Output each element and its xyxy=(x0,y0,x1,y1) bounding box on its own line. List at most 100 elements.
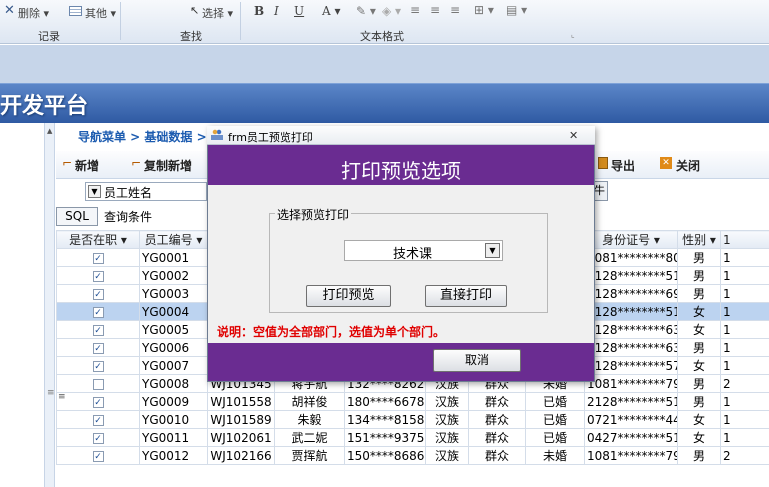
delete-button[interactable]: 删除 ▾ xyxy=(18,5,49,21)
fill-icon[interactable]: ◈ ▾ xyxy=(382,4,401,18)
cell-gender: 男 xyxy=(677,266,721,285)
active-checkbox[interactable]: ✓ xyxy=(92,342,104,354)
active-cell[interactable]: ✓ xyxy=(56,266,140,285)
cell-id: 2128********63 xyxy=(584,320,678,339)
dialog-window-title: frm员工预览打印 xyxy=(228,131,313,144)
cell-gender: 男 xyxy=(677,446,721,465)
col-header-active[interactable]: 是否在职 ▾ xyxy=(56,230,140,249)
active-cell[interactable]: ✓ xyxy=(56,320,140,339)
cell-gender: 女 xyxy=(677,410,721,429)
active-checkbox[interactable]: ✓ xyxy=(92,252,104,264)
active-cell[interactable]: ✓ xyxy=(56,410,140,429)
cell-nation: 汉族 xyxy=(425,428,469,447)
scroll-up-icon[interactable]: ▲ xyxy=(47,127,52,135)
active-checkbox[interactable]: ✓ xyxy=(92,306,104,318)
cell-nation: 汉族 xyxy=(425,446,469,465)
active-checkbox[interactable]: ✓ xyxy=(92,288,104,300)
italic-button[interactable]: I xyxy=(274,4,279,18)
active-cell[interactable]: ✓ xyxy=(56,284,140,303)
active-checkbox[interactable]: ✓ xyxy=(92,432,104,444)
field-selector-arrow[interactable]: ▼ xyxy=(88,185,101,198)
col-header-extra[interactable]: 1 xyxy=(720,230,769,249)
group-find-label: 查找 xyxy=(180,30,202,43)
cell-id: 2128********63 xyxy=(584,338,678,357)
gridlines-icon[interactable]: ⊞ ▾ xyxy=(474,3,494,17)
direct-print-button[interactable]: 直接打印 xyxy=(425,285,507,307)
dialog-close-icon[interactable]: ✕ xyxy=(569,129,578,142)
row-expand-icon[interactable]: ≡ xyxy=(58,392,66,402)
cell-tail: 1 xyxy=(720,428,769,447)
col-header-gender[interactable]: 性别 ▾ xyxy=(677,230,721,249)
cell-tail: 1 xyxy=(720,284,769,303)
cell-gender: 女 xyxy=(677,320,721,339)
active-cell[interactable]: ✓ xyxy=(56,428,140,447)
other-button[interactable]: 其他 ▾ xyxy=(85,5,116,21)
col-header-code[interactable]: 员工编号 ▾ xyxy=(139,230,208,249)
col-header-id[interactable]: 身份证号 ▾ xyxy=(584,230,678,249)
close-button[interactable]: 关闭 xyxy=(676,157,700,174)
active-cell[interactable]: ✓ xyxy=(56,446,140,465)
sql-button[interactable]: SQL xyxy=(56,207,98,226)
active-checkbox[interactable]: ✓ xyxy=(92,360,104,372)
print-preview-button[interactable]: 打印预览 xyxy=(306,285,391,307)
nav-scrollbar[interactable] xyxy=(45,123,55,487)
alt-row-icon[interactable]: ▤ ▾ xyxy=(506,3,527,17)
cell-code: YG0003 xyxy=(139,284,208,303)
align-left-icon[interactable]: ≡ xyxy=(410,3,420,17)
bold-button[interactable]: B xyxy=(254,4,264,18)
active-cell[interactable]: ✓ xyxy=(56,338,140,357)
align-center-icon[interactable]: ≡ xyxy=(430,3,440,17)
table-row[interactable]: ✓ YG0011 WJ102061 武二妮 151****9375 汉族 群众 已婚 0427*… xyxy=(56,428,769,447)
active-cell[interactable]: ✓ xyxy=(56,248,140,267)
active-cell[interactable] xyxy=(56,374,140,393)
cell-wno: WJ102061 xyxy=(207,428,275,447)
cell-gender: 男 xyxy=(677,392,721,411)
copy-new-button[interactable]: 复制新增 xyxy=(144,157,192,174)
cell-tail: 1 xyxy=(720,356,769,375)
search-button-edge[interactable]: 牛 xyxy=(594,181,608,201)
table-row[interactable]: ✓ YG0009 WJ101558 胡祥俊 180****6678 汉族 群众 已婚 2128*… xyxy=(56,392,769,411)
cell-name: 胡祥俊 xyxy=(274,392,345,411)
active-cell[interactable]: ✓ xyxy=(56,302,140,321)
font-color-button[interactable]: A ▾ xyxy=(322,4,341,18)
select-button[interactable]: 选择 ▾ xyxy=(202,5,233,21)
department-select-arrow[interactable]: ▼ xyxy=(485,243,500,258)
cell-id: 0721********44 xyxy=(584,410,678,429)
active-checkbox[interactable]: ✓ xyxy=(92,270,104,282)
active-cell[interactable]: ✓ xyxy=(56,356,140,375)
dialog-note: 说明：空值为全部部门，选值为单个部门。 xyxy=(217,325,446,339)
active-checkbox[interactable]: ✓ xyxy=(92,324,104,336)
cell-code: YG0001 xyxy=(139,248,208,267)
cell-gender: 男 xyxy=(677,284,721,303)
cell-id: 2128********51 xyxy=(584,392,678,411)
nav-pane xyxy=(0,123,45,487)
cell-tail: 1 xyxy=(720,302,769,321)
underline-button[interactable]: U xyxy=(294,4,304,18)
dialog-launcher-icon[interactable]: ⌞ xyxy=(571,30,575,39)
export-button[interactable]: 导出 xyxy=(611,157,635,174)
app-title: 开发平台 xyxy=(0,94,89,119)
dialog-footer xyxy=(208,343,594,381)
cell-code: YG0006 xyxy=(139,338,208,357)
cell-code: YG0004 xyxy=(139,302,208,321)
export-icon xyxy=(598,157,608,169)
cell-phone: 134****8158 xyxy=(344,410,426,429)
cancel-button[interactable]: 取消 xyxy=(433,349,521,372)
cell-phone: 151****9375 xyxy=(344,428,426,447)
group-text-label: 文本格式 xyxy=(360,30,404,43)
active-cell[interactable]: ✓ xyxy=(56,392,140,411)
table-row[interactable]: ✓ YG0012 WJ102166 贾挥航 150****8686 汉族 群众 未婚 1081*… xyxy=(56,446,769,465)
active-checkbox[interactable]: ✓ xyxy=(92,396,104,408)
table-row[interactable]: ✓ YG0010 WJ101589 朱毅 134****8158 汉族 群众 已婚 0721**… xyxy=(56,410,769,429)
query-condition-label: 查询条件 xyxy=(104,210,153,224)
cell-code: YG0011 xyxy=(139,428,208,447)
active-checkbox[interactable]: ✓ xyxy=(92,414,104,426)
cell-id: 1081********80 xyxy=(584,248,678,267)
active-checkbox[interactable] xyxy=(92,378,104,390)
align-right-icon[interactable]: ≡ xyxy=(450,3,460,17)
active-checkbox[interactable]: ✓ xyxy=(92,450,104,462)
highlight-icon[interactable]: ✎ ▾ xyxy=(356,4,376,18)
new-button[interactable]: 新增 xyxy=(75,157,99,174)
cell-id: 2128********69 xyxy=(584,284,678,303)
splitter-icon[interactable]: ≡ xyxy=(47,388,55,398)
